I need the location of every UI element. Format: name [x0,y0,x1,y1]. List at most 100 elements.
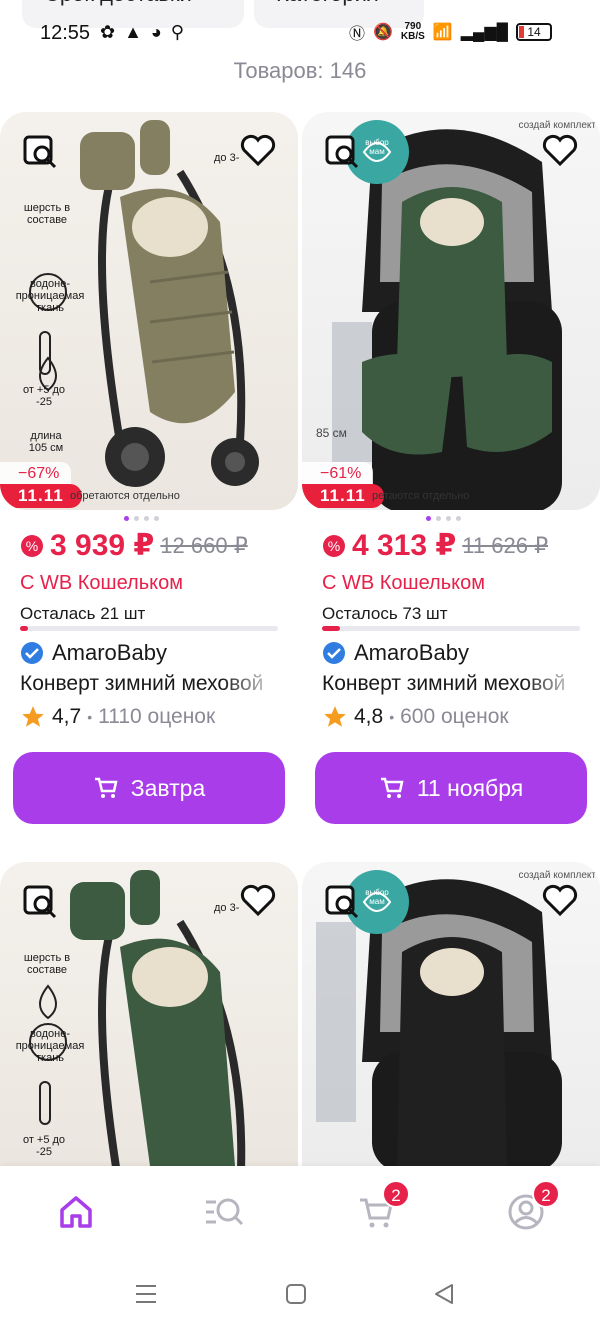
stock-bar-fill [322,626,341,631]
system-navigation-bar [0,1254,600,1332]
product-title[interactable]: Конверт зимний меховой [20,672,282,696]
rating-row: 4,7 • 1110 оценок [20,704,215,730]
delivery-label: 11 ноября [416,774,524,801]
image-search-icon[interactable] [22,134,58,170]
net-speed-unit: KB/S [400,31,425,42]
reviews-count: 600 оценок [400,705,509,728]
add-to-cart-button[interactable]: Завтра [13,752,285,824]
products-count: Товаров: 146 [233,58,367,83]
image-footnote: обретаются отдельно [70,490,180,502]
product-title[interactable]: Конверт зимний меховой [322,672,584,696]
rating-value: 4,8 [354,705,384,728]
pager-dot [436,516,441,521]
home-button-icon[interactable] [284,1282,308,1306]
mute-icon: 🔕 [372,24,393,41]
img-label-choice: выбор мам [365,138,389,156]
img-label-wool: шерсть в составе [23,202,71,226]
profile-badge: 2 [532,1180,560,1208]
add-to-cart-button[interactable]: 11 ноября [315,752,587,824]
image-search-icon[interactable] [22,884,58,920]
status-bar: 12:55 ✿ ▲ ◕ ⚲ Ⓝ 🔕 790 KB/S 📶 ▂▄▆█ 14 [0,18,600,52]
status-time: 12:55 [40,22,91,44]
pager-dot [154,516,159,521]
discount-badge: −61% [302,462,374,486]
pager-dot [124,516,129,521]
svg-text:%: % [328,538,340,554]
product-image[interactable]: шерсть в составе водоне- проницаемая тка… [0,862,298,1166]
old-price: 12 660 ₽ [160,532,248,558]
wallet-label: С WB Кошельком [20,572,183,594]
img-label-choice: выбор мам [365,888,389,906]
img-label-waterproof: водоне- проницаемая ткань [15,1028,85,1064]
img-label-set: создай комплект [518,870,597,881]
pager-dot [144,516,149,521]
reviews-count: 1110 оценок [98,705,216,728]
cart-icon [380,777,404,798]
rating-separator: • [389,709,395,725]
image-search-icon[interactable] [324,884,360,920]
img-label-age: до 3- [214,902,240,914]
back-icon[interactable] [432,1282,456,1306]
price-row: % 4 313 ₽ 11 626 ₽ [322,528,548,563]
image-pager-dots [426,516,461,521]
favorite-heart-icon[interactable] [542,132,578,168]
net-speed: 790 KB/S [401,22,425,42]
nav-profile[interactable]: 2 [506,1180,560,1232]
pager-dot [446,516,451,521]
old-price: 11 626 ₽ [462,532,549,558]
wallet-discount-icon: % [21,534,43,557]
pager-dot [426,516,431,521]
nfc-icon: Ⓝ [348,26,365,43]
wallet-label: С WB Кошельком [322,572,485,594]
wifi-icon: 📶 [432,24,453,41]
verified-check-icon [323,642,345,664]
delivery-label: Завтра [130,774,206,801]
product-image[interactable]: создай комплект выбор мам [302,862,600,1166]
stock-bar [322,626,580,631]
battery-icon: 14 [516,23,552,41]
catalog-search-icon[interactable] [204,1192,244,1232]
status-right-icons: Ⓝ 🔕 790 KB/S 📶 ▂▄▆█ 14 [349,20,552,44]
stock-bar-fill [20,626,28,631]
img-label-waterproof: водоне- проницаемая ткань [15,278,85,314]
stock-left: Осталось 73 шт [322,604,448,623]
status-app-icons: ✿ ▲ ◕ ⚲ [100,22,186,42]
verified-check-icon [21,642,43,664]
img-label-wool: шерсть в составе [23,952,71,976]
pager-dot [134,516,139,521]
discount-badge: −67% [0,462,72,486]
brand-row[interactable]: AmaroBaby [322,640,469,666]
rating-separator: • [87,709,93,725]
price-row: % 3 939 ₽ 12 660 ₽ [20,528,248,563]
img-label-temp: от +5 до -25 [22,1134,66,1158]
img-label-temp: от +5 до -25 [22,384,66,408]
cart-icon [94,777,118,798]
price: 3 939 ₽ [50,529,155,562]
brand-name: AmaroBaby [354,640,469,665]
product-photo-carrycot [332,120,562,510]
rating-row: 4,8 • 600 оценок [322,704,509,730]
product-image[interactable]: создай комплект 85 см выбор мам −61% 11.… [302,112,600,510]
recent-apps-icon[interactable] [134,1282,158,1306]
price: 4 313 ₽ [352,529,457,562]
brand-name: AmaroBaby [52,640,167,665]
product-image[interactable]: шерсть в составе водоне- проницаемая тка… [0,112,298,510]
img-label-set: создай комплект [518,120,597,131]
nav-cart[interactable]: 2 [356,1180,410,1232]
filter-category-label: Категория [276,0,402,8]
filter-delivery-label: Срок доставки [44,0,222,8]
img-label-length: 85 см [316,426,347,440]
home-icon[interactable] [56,1192,96,1232]
star-icon [324,706,346,727]
img-label-age: до 3- [214,152,240,164]
brand-row[interactable]: AmaroBaby [20,640,167,666]
img-label-length: длина 105 см [28,430,64,454]
favorite-heart-icon[interactable] [240,882,276,918]
stock-bar [20,626,278,631]
favorite-heart-icon[interactable] [542,882,578,918]
star-icon [22,706,44,727]
image-search-icon[interactable] [324,134,360,170]
favorite-heart-icon[interactable] [240,132,276,168]
rating-value: 4,7 [52,705,82,728]
battery-level: 14 [527,25,541,39]
